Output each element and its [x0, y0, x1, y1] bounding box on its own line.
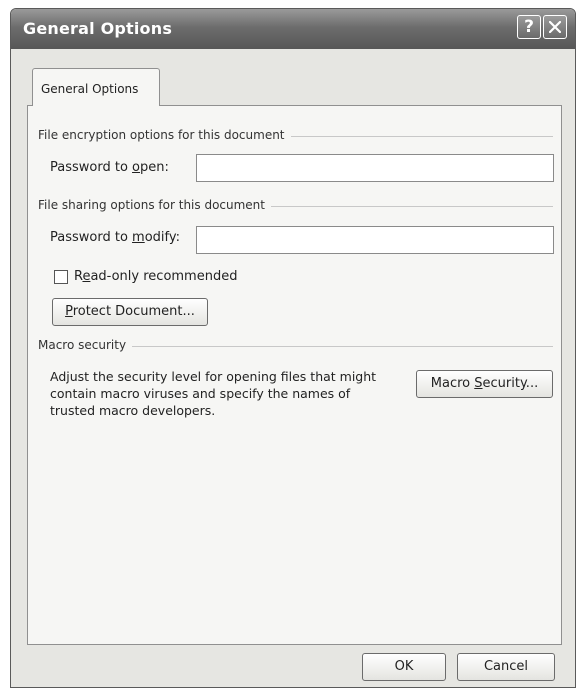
encryption-group-label: File encryption options for this documen… — [38, 128, 291, 142]
tab-general-options[interactable]: General Options — [32, 68, 160, 106]
password-open-field[interactable] — [196, 154, 554, 182]
dialog-title: General Options — [23, 19, 173, 38]
sharing-group-label: File sharing options for this document — [38, 198, 271, 212]
help-button[interactable]: ? — [517, 15, 541, 39]
tab-general-options-label: General Options — [41, 82, 139, 96]
macro-group-label: Macro security — [38, 338, 133, 352]
macro-description: Adjust the security level for opening fi… — [50, 369, 377, 418]
macro-security-button[interactable]: Macro Security... — [416, 370, 553, 398]
cancel-button[interactable]: Cancel — [457, 653, 555, 681]
password-modify-label: Password to modify: — [50, 230, 181, 245]
general-options-dialog: General Options ? General Options File e… — [10, 8, 576, 688]
close-icon — [549, 21, 561, 33]
password-modify-field[interactable] — [196, 226, 554, 254]
title-bar[interactable]: General Options ? — [11, 9, 575, 49]
readonly-label[interactable]: Read-only recommended — [74, 269, 237, 284]
help-icon: ? — [524, 17, 534, 37]
protect-document-button[interactable]: Protect Document... — [52, 298, 208, 326]
password-open-label: Password to open: — [50, 160, 169, 175]
readonly-checkbox[interactable] — [54, 270, 68, 284]
tab-panel: File encryption options for this documen… — [27, 105, 562, 645]
close-button[interactable] — [543, 15, 567, 39]
ok-button[interactable]: OK — [362, 653, 446, 681]
